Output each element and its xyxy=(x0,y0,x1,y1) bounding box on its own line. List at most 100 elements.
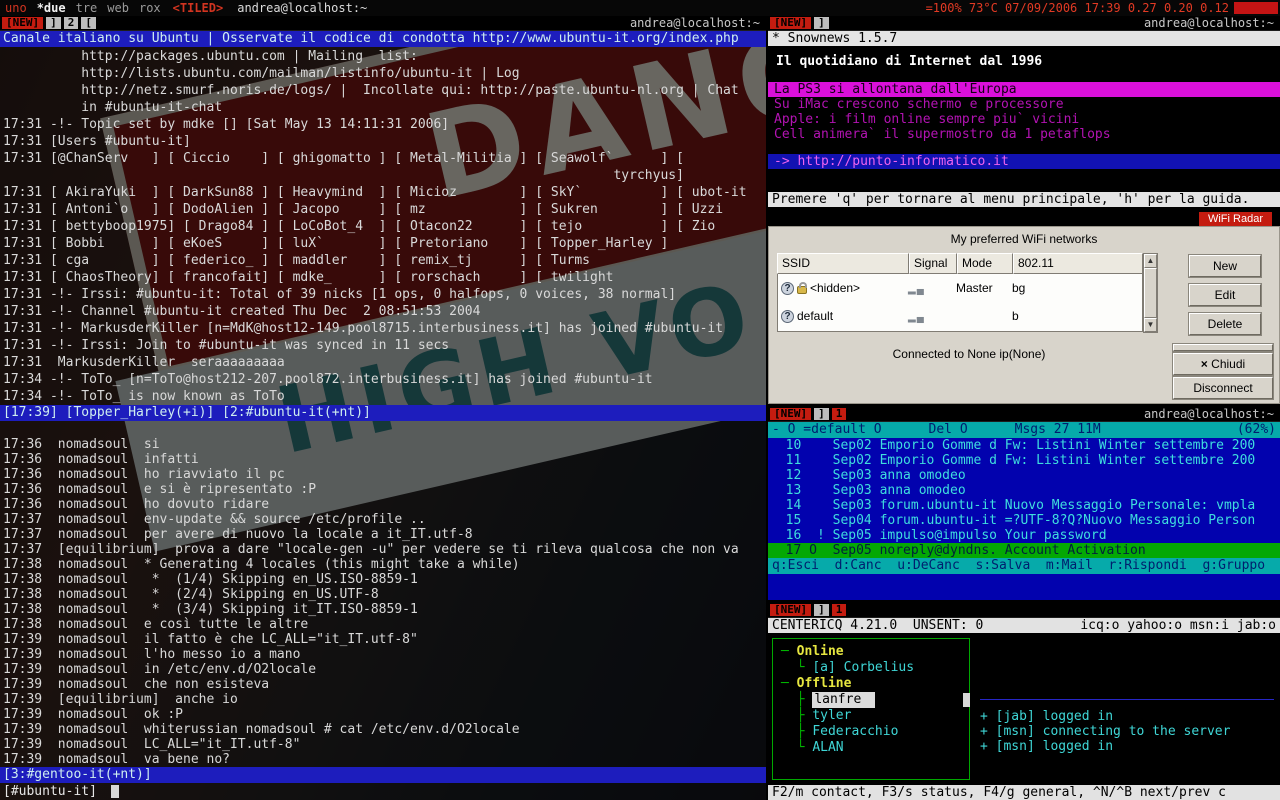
feed-item[interactable]: -> http://punto-informatico.it xyxy=(768,154,1280,169)
column-header[interactable]: Mode xyxy=(957,253,1013,274)
workspace-tab[interactable]: uno xyxy=(0,1,32,15)
frame-tag[interactable]: [NEW] xyxy=(770,17,811,29)
chat-line: 17:38 nomadsoul * (2/4) Skipping en_US.U… xyxy=(3,587,763,602)
contact-row[interactable]: ├ tyler xyxy=(781,708,969,724)
network-row[interactable]: ?<hidden>▂▄Masterbg xyxy=(778,274,1142,302)
chat-line: http://netz.smurf.noris.de/logs/ | Incol… xyxy=(3,82,763,99)
contact-row[interactable]: ├ Federacchio xyxy=(781,724,969,740)
mail-row[interactable]: 16 ! Sep05 impulso@impulso Your password xyxy=(768,528,1280,543)
window-title: andrea@localhost:~ xyxy=(630,16,766,30)
workspace-list: uno*duetrewebrox xyxy=(0,0,166,16)
frame-tag[interactable]: [NEW] xyxy=(770,408,811,420)
irc-statusbar: [17:39] [Topper_Harley(+i)] [2:#ubuntu-i… xyxy=(0,405,766,421)
chat-line: 17:38 nomadsoul * Generating 4 locales (… xyxy=(3,557,763,572)
wifi-table-header: SSIDSignalMode802.11 xyxy=(777,253,1143,274)
delete-button[interactable]: Delete xyxy=(1189,313,1261,335)
workspace-tab[interactable]: web xyxy=(102,1,134,15)
event-line: + [msn] connecting to the server xyxy=(980,724,1274,739)
frame-tag[interactable]: [NEW] xyxy=(2,17,43,29)
chat-line: 17:38 nomadsoul * (1/4) Skipping en_US.I… xyxy=(3,572,763,587)
workspace-tab[interactable]: *due xyxy=(32,1,71,15)
contact-row[interactable]: └ [a] Corbelius xyxy=(781,660,969,676)
feed-item[interactable]: La PS3 si allontana dall'Europa xyxy=(768,82,1280,97)
mail-row[interactable]: 15 Sep04 forum.ubuntu-it =?UTF-8?Q?Nuovo… xyxy=(768,513,1280,528)
mail-row[interactable]: 12 Sep03 anna omodeo xyxy=(768,468,1280,483)
mode-label: Master xyxy=(956,281,1012,295)
selection-cursor xyxy=(963,693,970,707)
wifi-bottom-buttons: × Chiudi Disconnect xyxy=(1173,344,1273,399)
irc-topic-bar: Canale italiano su Ubuntu | Osservate il… xyxy=(0,31,766,47)
chat-line: 17:31 [ Antoni`o ] [ DodoAlien ] [ Jacop… xyxy=(3,201,763,218)
snownews-titlebar[interactable]: [NEW]] andrea@localhost:~ xyxy=(768,16,1280,31)
frame-tag[interactable]: ] xyxy=(814,17,829,29)
wifi-action-buttons: New Edit Delete xyxy=(1189,255,1261,335)
contact-row[interactable]: └ ALAN xyxy=(781,740,969,756)
contact-label: ALAN xyxy=(812,740,843,756)
contact-row[interactable]: ─ Online xyxy=(781,644,969,660)
frame-tag[interactable]: [ xyxy=(81,17,96,29)
scrollbar-thumb[interactable] xyxy=(1144,268,1157,318)
ssid-label: <hidden> xyxy=(810,281,860,295)
irc-titlebar[interactable]: [NEW]]2[ andrea@localhost:~ xyxy=(0,16,766,31)
network-row[interactable]: ?default▂▄b xyxy=(778,302,1142,330)
close-button[interactable]: × Chiudi xyxy=(1173,353,1273,375)
chat-line: 17:31 [ Bobbi ] [ eKoeS ] [ luX` ] [ Pre… xyxy=(3,235,763,252)
frame-tag[interactable]: ] xyxy=(46,17,61,29)
tiled-indicator: <TILED> xyxy=(166,0,231,16)
mail-row[interactable]: 11 Sep02 Emporio Gomme d Fw: Listini Win… xyxy=(768,453,1280,468)
contact-row[interactable]: ─ Offline xyxy=(781,676,969,692)
workspace-tab[interactable]: tre xyxy=(71,1,103,15)
chat-line: tyrchyus] xyxy=(3,167,763,184)
close-icon: × xyxy=(1201,357,1208,371)
obscured-button[interactable] xyxy=(1173,344,1273,351)
contact-label: Online xyxy=(797,644,844,660)
mail-row[interactable]: 17 O Sep05 noreply@dyndns. Account Activ… xyxy=(768,543,1280,558)
column-header[interactable]: SSID xyxy=(777,253,909,274)
irc-input-line[interactable]: [#ubuntu-it] xyxy=(0,783,766,800)
scroll-up-icon[interactable]: ▲ xyxy=(1144,254,1157,268)
mutt-key-hints: q:Esci d:Canc u:DeCanc s:Salva m:Mail r:… xyxy=(772,558,1265,574)
table-scrollbar[interactable]: ▲ ▼ xyxy=(1143,253,1158,333)
centericq-help-bar: F2/m contact, F3/s status, F4/g general,… xyxy=(768,785,1280,800)
frame-tag[interactable]: 2 xyxy=(64,17,79,29)
contact-label: Offline xyxy=(797,676,852,692)
mail-row[interactable]: 10 Sep02 Emporio Gomme d Fw: Listini Win… xyxy=(768,438,1280,453)
tree-branch-icon: ─ xyxy=(781,644,797,660)
frame-tag[interactable]: ] xyxy=(814,408,829,420)
frame-tag[interactable]: 1 xyxy=(832,604,847,616)
feed-item[interactable]: Cell animera` il supermostro da 1 petafl… xyxy=(768,127,1280,142)
right-column: [NEW]] andrea@localhost:~ * Snownews 1.5… xyxy=(768,16,1280,800)
chat-line: 17:31 [ cga ] [ federico_ ] [ maddler ] … xyxy=(3,252,763,269)
wifi-radar-tab[interactable]: WiFi Radar xyxy=(1199,212,1272,226)
feed-item[interactable]: Su iMac crescono schermo e processore xyxy=(768,97,1280,112)
frame-tag[interactable]: ] xyxy=(814,604,829,616)
irc-terminal: DANG HIGH VO Canale italiano su Ubuntu |… xyxy=(0,31,766,800)
feed-item-list: La PS3 si allontana dall'EuropaSu iMac c… xyxy=(768,82,1280,169)
chat-line: 17:36 nomadsoul ho dovuto ridare xyxy=(3,497,763,512)
scroll-down-icon[interactable]: ▼ xyxy=(1144,318,1157,332)
mutt-titlebar[interactable]: [NEW]]1 andrea@localhost:~ xyxy=(768,407,1280,422)
centericq-version-label: CENTERICQ 4.21.0 UNSENT: 0 xyxy=(772,618,983,633)
event-log-panel: + [jab] logged in+ [msn] connecting to t… xyxy=(980,699,1274,754)
chat-line: 17:31 -!- MarkusderKiller [n=MdK@host12-… xyxy=(3,320,763,337)
frame-tag[interactable]: [NEW] xyxy=(770,604,811,616)
mail-row[interactable]: 14 Sep03 forum.ubuntu-it Nuovo Messaggio… xyxy=(768,498,1280,513)
mail-row[interactable]: 13 Sep03 anna omodeo xyxy=(768,483,1280,498)
column-header[interactable]: 802.11 xyxy=(1013,253,1143,274)
chat-line: 17:39 nomadsoul va bene no? xyxy=(3,752,763,767)
signal-icon: ▂▄ xyxy=(908,312,925,323)
feed-item[interactable]: Apple: i film online sempre piu` vicini xyxy=(768,112,1280,127)
disconnect-button[interactable]: Disconnect xyxy=(1173,377,1273,399)
chat-line: 17:31 [ AkiraYuki ] [ DarkSun88 ] [ Heav… xyxy=(3,184,763,201)
chat-line: 17:31 -!- Irssi: #ubuntu-it: Total of 39… xyxy=(3,286,763,303)
centericq-titlebar[interactable]: [NEW]]1 xyxy=(768,603,1280,618)
column-header[interactable]: Signal xyxy=(909,253,957,274)
contact-row[interactable]: ├ lanfre xyxy=(781,692,969,708)
frame-tag[interactable]: 1 xyxy=(832,408,847,420)
workspace-tab[interactable]: rox xyxy=(134,1,166,15)
edit-button[interactable]: Edit xyxy=(1189,284,1261,306)
chat-line: 17:38 nomadsoul * (3/4) Skipping it_IT.I… xyxy=(3,602,763,617)
new-button[interactable]: New xyxy=(1189,255,1261,277)
wifi-heading: My preferred WiFi networks xyxy=(769,227,1279,246)
contact-label: Federacchio xyxy=(812,724,898,740)
